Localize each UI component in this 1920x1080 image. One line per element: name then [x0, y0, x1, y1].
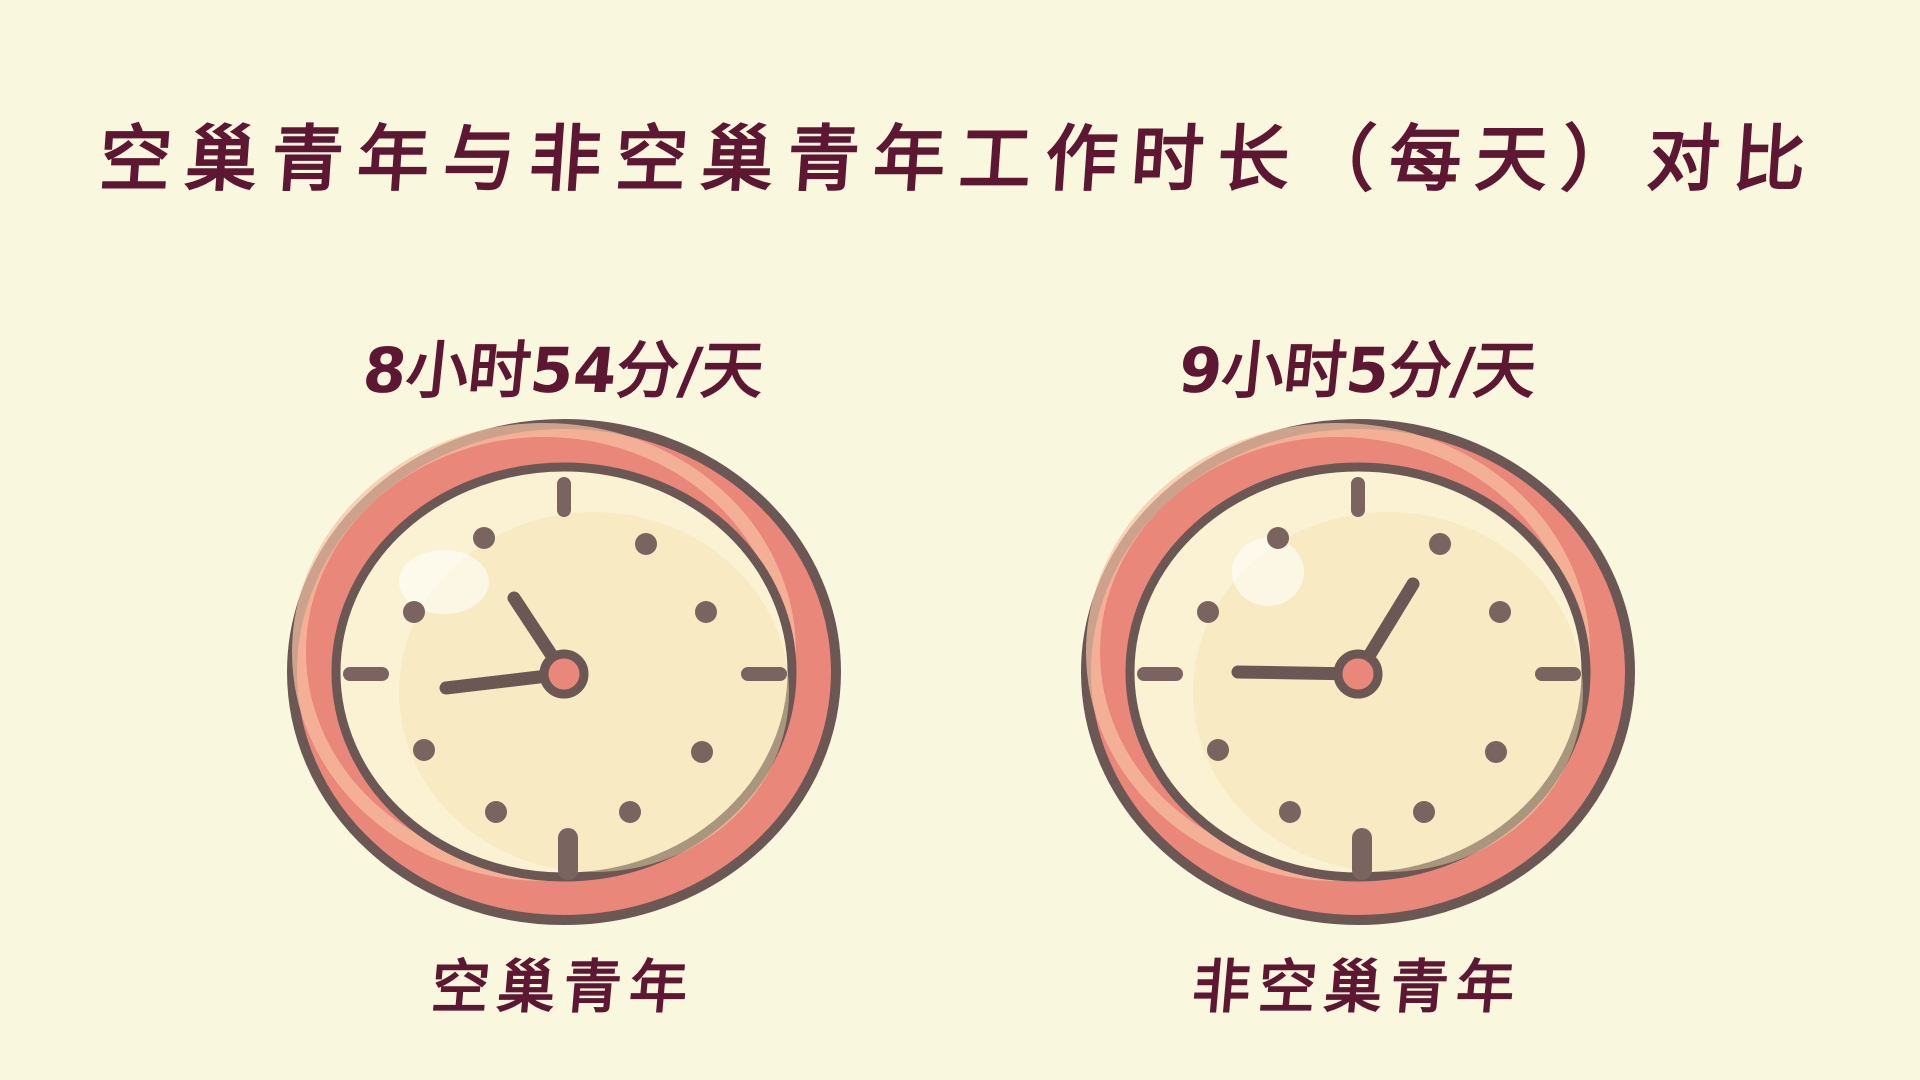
- hour-marker-8: [413, 739, 435, 761]
- clock-face-glare: [1232, 538, 1304, 606]
- hour-marker-5: [619, 801, 641, 823]
- non-empty-nest-label: 非空巢青年: [1189, 953, 1526, 1021]
- hour-marker-5: [1413, 801, 1435, 823]
- hour-marker-10: [1197, 601, 1219, 623]
- hour-marker-1: [635, 533, 657, 555]
- hour-marker-7: [485, 801, 507, 823]
- hour-marker-1: [1429, 533, 1451, 555]
- hour-marker-8: [1207, 739, 1229, 761]
- page-title: 空巢青年与非空巢青年工作时长（每天）对比: [96, 117, 1823, 201]
- hour-marker-7: [1279, 801, 1301, 823]
- clock-icon-empty-nest: [287, 419, 841, 925]
- hour-marker-10: [403, 601, 425, 623]
- hour-marker-4: [1485, 741, 1507, 763]
- hour-marker-2: [1489, 601, 1511, 623]
- hour-marker-4: [691, 741, 713, 763]
- empty-nest-duration: 8小时54分/天: [359, 334, 768, 407]
- clock-icon-non-empty-nest: [1081, 419, 1635, 925]
- empty-nest-panel: 8小时54分/天 空巢青年: [264, 320, 864, 1040]
- clock-center-pin: [1333, 649, 1383, 699]
- clock-center-pin: [539, 649, 589, 699]
- hour-marker-11: [473, 527, 495, 549]
- non-empty-nest-panel: 9小时5分/天 非空巢青年: [1058, 320, 1658, 1040]
- empty-nest-label: 空巢青年: [428, 953, 699, 1021]
- hour-marker-11: [1267, 527, 1289, 549]
- hour-marker-2: [695, 601, 717, 623]
- non-empty-nest-duration: 9小时5分/天: [1175, 334, 1540, 407]
